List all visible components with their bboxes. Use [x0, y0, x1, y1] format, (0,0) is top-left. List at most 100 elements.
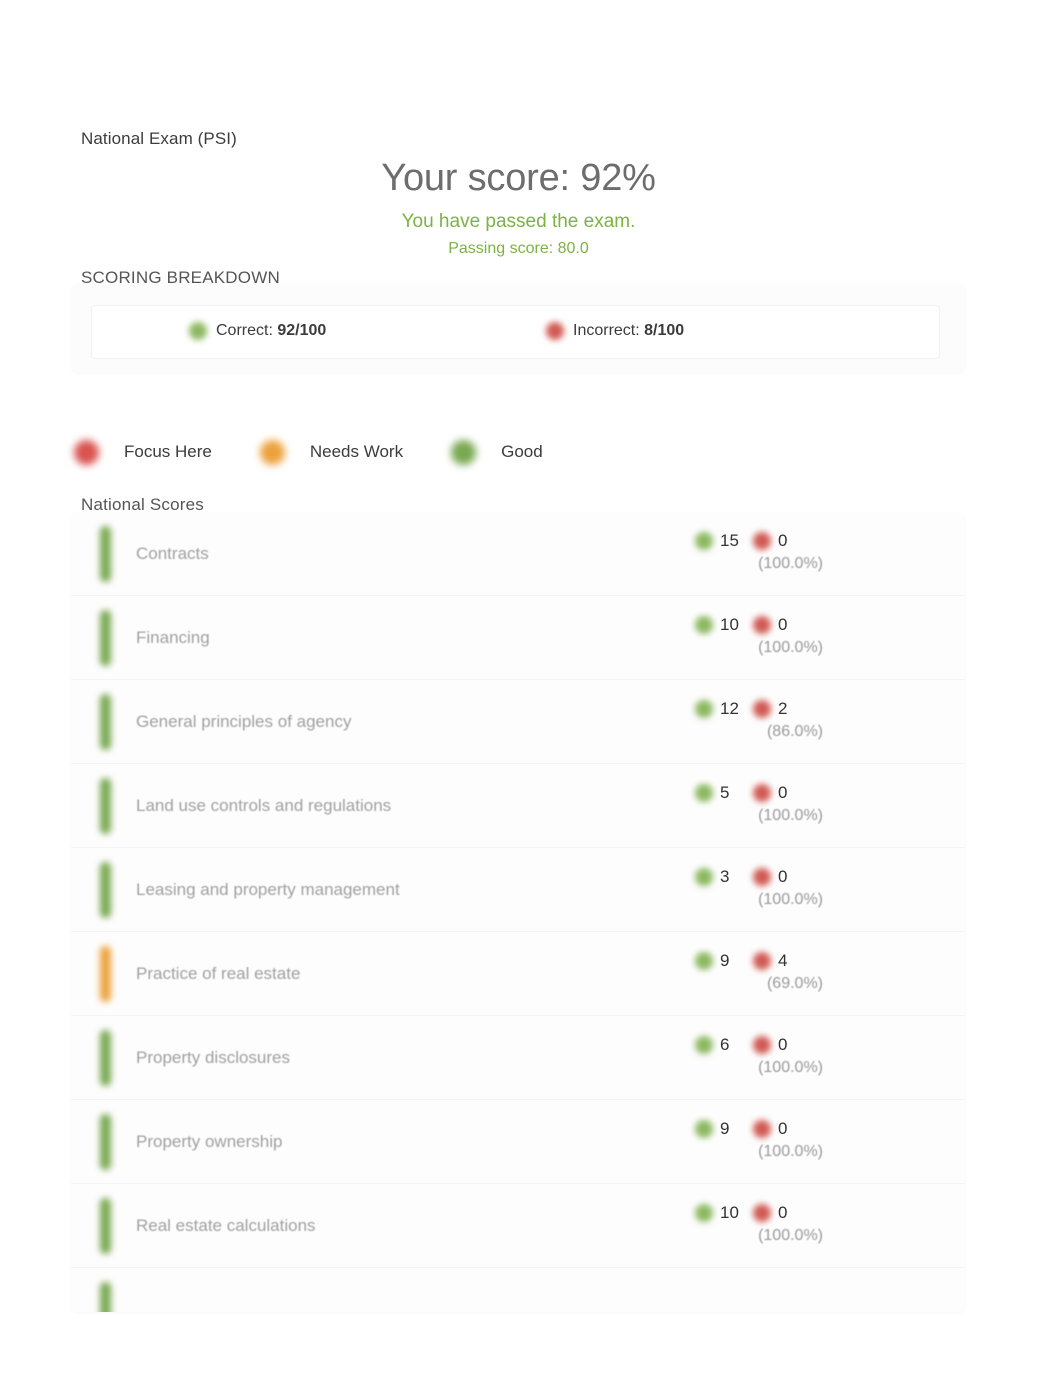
topic-percent: (100.0%)	[758, 1143, 823, 1160]
topic-percent: (69.0%)	[766, 975, 823, 992]
exam-title: National Exam (PSI)	[81, 129, 237, 148]
check-circle-icon	[695, 867, 713, 886]
table-row[interactable]: Financing 10 0 (100.0%)	[71, 596, 965, 680]
legend-label-needs-work: Needs Work	[309, 442, 404, 461]
table-row[interactable]: Real estate calculations 10 0 (100.0%)	[71, 1184, 965, 1268]
correct-count: 9	[720, 1118, 730, 1138]
table-row[interactable]: Property ownership 9 0 (100.0%)	[71, 1100, 965, 1184]
table-row[interactable]: Contracts 15 0 (100.0%)	[71, 512, 965, 596]
incorrect-count: 0	[778, 866, 788, 886]
check-circle-icon	[695, 951, 713, 970]
topic-stats: 9 0 (100.0%)	[695, 1116, 825, 1161]
check-circle-icon	[189, 322, 207, 340]
x-circle-icon	[753, 615, 771, 634]
topic-percent: (100.0%)	[758, 891, 823, 908]
topic-counts: 10 0	[695, 612, 825, 637]
correct-count: 6	[720, 1034, 730, 1054]
topic-stats: 6 0 (100.0%)	[695, 1032, 825, 1077]
x-circle-icon	[753, 699, 771, 718]
topic-label: Property disclosures	[136, 1047, 291, 1067]
national-scores-list: Contracts 15 0 (100.0%) Financing 10 0 (100.0%)…	[71, 512, 965, 1312]
legend-item-good: Good	[451, 439, 543, 465]
topic-label: Land use controls and regulations	[136, 795, 392, 815]
x-circle-icon	[753, 867, 771, 886]
table-row[interactable]: General principles of agency 12 2 (86.0%)	[71, 680, 965, 764]
topic-label: Financing	[136, 627, 210, 647]
x-circle-icon	[753, 1203, 771, 1222]
x-circle-icon	[753, 783, 771, 802]
incorrect-count: 0	[778, 614, 788, 634]
legend-item-focus: Focus Here	[74, 439, 212, 465]
score-headline: Your score: 92%	[381, 157, 656, 199]
correct-count: 10	[720, 1202, 739, 1222]
table-row[interactable]: Property disclosures 6 0 (100.0%)	[71, 1016, 965, 1100]
topic-counts: 50	[695, 780, 825, 805]
topic-label: Contracts	[136, 543, 209, 563]
topic-percent: (86.0%)	[766, 723, 823, 740]
correct-stat-text: Correct: 92/100	[216, 322, 326, 340]
correct-value: 92/100	[277, 322, 327, 339]
topic-percent: (100.0%)	[758, 639, 823, 656]
correct-count: 3	[720, 866, 730, 886]
topic-label: Property ownership	[136, 1131, 283, 1151]
status-bar-good	[100, 1282, 111, 1312]
incorrect-count: 0	[778, 782, 788, 802]
x-circle-icon	[753, 951, 771, 970]
table-row[interactable]: Land use controls and regulations 5 0 (100.…	[71, 764, 965, 848]
topic-counts: 10 0	[695, 1200, 825, 1225]
correct-count: 5	[720, 782, 730, 802]
check-circle-icon	[695, 1203, 713, 1222]
topic-counts: 15 0	[695, 528, 825, 553]
topic-counts: 12 2	[695, 696, 825, 721]
topic-stats: 9 4 (69.0%)	[695, 948, 825, 993]
needs-work-swatch-icon	[259, 439, 285, 465]
correct-label: Correct:	[216, 322, 273, 339]
legend-label-good: Good	[501, 442, 543, 461]
incorrect-label: Incorrect:	[573, 322, 640, 339]
x-circle-icon	[753, 1035, 771, 1054]
table-row[interactable]: Leasing and property management 3 0 (100.0%…	[71, 848, 965, 932]
pass-status-message: You have passed the exam.	[401, 211, 636, 232]
incorrect-count: 0	[778, 1202, 788, 1222]
check-circle-icon	[695, 783, 713, 802]
incorrect-count: 0	[778, 1118, 788, 1138]
topic-stats: 10 0 (100.0%)	[695, 1200, 825, 1245]
good-swatch-icon	[451, 439, 477, 465]
topic-counts: 60	[695, 1032, 825, 1057]
table-row[interactable]	[71, 1268, 965, 1312]
topic-label: Leasing and property management	[136, 879, 400, 899]
x-circle-icon	[546, 322, 564, 340]
check-circle-icon	[695, 1035, 713, 1054]
legend-label-focus: Focus Here	[124, 442, 212, 461]
status-bar-good	[100, 862, 111, 918]
incorrect-stat-text: Incorrect: 8/100	[573, 322, 684, 340]
topic-label: Real estate calculations	[136, 1215, 316, 1235]
incorrect-stat: Incorrect: 8/100	[546, 322, 684, 340]
status-bar-good	[100, 526, 111, 582]
topic-percent: (100.0%)	[758, 807, 823, 824]
correct-count: 10	[720, 614, 739, 634]
check-circle-icon	[695, 1119, 713, 1138]
status-legend: Focus Here Needs Work Good	[74, 432, 591, 472]
status-bar-good	[100, 1030, 111, 1086]
table-row[interactable]: Practice of real estate 9 4 (69.0%)	[71, 932, 965, 1016]
correct-stat: Correct: 92/100	[189, 322, 326, 340]
legend-item-needs-work: Needs Work	[259, 439, 404, 465]
topic-label: Practice of real estate	[136, 963, 301, 983]
status-bar-good	[100, 1198, 111, 1254]
incorrect-count: 4	[778, 950, 788, 970]
status-bar-needs	[100, 946, 111, 1002]
topic-percent: (100.0%)	[758, 555, 823, 572]
correct-count: 15	[720, 530, 739, 550]
exam-results-page: National Exam (PSI) Your score: 92% You …	[0, 0, 1062, 1377]
topic-stats: 3 0 (100.0%)	[695, 864, 825, 909]
topic-percent: (100.0%)	[758, 1227, 823, 1244]
status-bar-good	[100, 1114, 111, 1170]
status-bar-good	[100, 694, 111, 750]
topic-label: General principles of agency	[136, 711, 352, 731]
status-bar-good	[100, 610, 111, 666]
topic-stats: 15 0 (100.0%)	[695, 528, 825, 573]
check-circle-icon	[695, 699, 713, 718]
topic-stats: 5 0 (100.0%)	[695, 780, 825, 825]
incorrect-count: 0	[778, 530, 788, 550]
